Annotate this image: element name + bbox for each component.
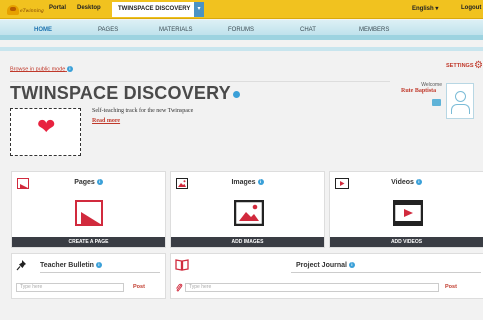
pages-card-label: Pages [74,179,95,186]
bulletin-title-underline [40,272,160,273]
add-videos-button[interactable]: ADD VIDEOS [330,237,483,247]
menu-item-forums[interactable]: FORUMS [228,27,254,33]
paperclip-icon[interactable] [175,283,183,292]
title-info-icon[interactable] [232,90,240,98]
portal-link[interactable]: Portal [49,5,66,11]
create-page-button[interactable]: CREATE A PAGE [12,237,165,247]
gear-icon[interactable]: ⚙ [474,60,483,71]
etwinning-logo-icon [7,4,19,15]
bulletin-input[interactable]: Type here [16,283,124,292]
read-more-link[interactable]: Read more [92,118,120,124]
pages-card-title: Pages i [12,179,165,186]
menu-item-home[interactable]: HOME [34,27,52,33]
pushpin-icon [16,260,26,271]
images-card-label: Images [231,179,256,186]
info-icon[interactable]: i [96,179,103,186]
avatar-head [455,91,466,102]
main-menu: HOME PAGES MATERIALS FORUMS CHAT MEMBERS [0,20,483,40]
avatar[interactable] [446,83,474,119]
browse-public-mode-label: Browse in public mode [10,66,66,73]
info-icon[interactable]: i [257,179,264,186]
twinspace-description: Self-teaching track for the new Twinspac… [92,108,194,114]
teacher-bulletin-card: Teacher Bulletin i Type here Post [11,253,166,299]
desktop-link[interactable]: Desktop [77,5,101,11]
project-journal-label: Project Journal [296,262,347,269]
image-icon [233,200,264,226]
info-icon[interactable]: i [95,262,102,269]
bulletin-post-button[interactable]: Post [133,284,145,290]
page-icon [74,200,103,226]
pages-card: Pages i CREATE A PAGE [11,171,166,248]
title-divider [10,81,390,82]
language-selector[interactable]: English ▾ [412,5,438,12]
menu-item-chat[interactable]: CHAT [300,27,316,33]
videos-card-label: Videos [391,179,414,186]
menu-item-members[interactable]: MEMBERS [359,27,389,33]
twinspace-thumbnail: ❤ [10,108,81,156]
logout-link[interactable]: Logout [461,5,481,11]
teacher-bulletin-title: Teacher Bulletin i [40,262,102,269]
mail-icon[interactable] [432,99,441,106]
settings-link[interactable]: SETTINGS [446,63,474,69]
videos-card: Videos i ADD VIDEOS [329,171,483,248]
browse-public-mode-link[interactable]: Browse in public mode i [10,66,73,72]
book-icon [175,259,189,271]
user-name-link[interactable]: Rute Baptista [401,88,436,94]
info-icon[interactable]: i [348,262,355,269]
page-title-text: TWINSPACE DISCOVERY [10,83,231,103]
images-card: Images i ADD IMAGES [170,171,325,248]
etwinning-logo[interactable]: eTwinning [7,3,44,16]
info-icon[interactable]: i [66,66,73,72]
videos-card-title: Videos i [330,179,483,186]
project-journal-card: Project Journal i Type here Post [170,253,483,299]
menu-item-materials[interactable]: MATERIALS [159,27,193,33]
project-journal-title: Project Journal i [296,262,355,269]
add-images-button[interactable]: ADD IMAGES [171,237,324,247]
logo-text: eTwinning [20,9,44,14]
twinspace-dropdown-button[interactable]: ▾ [194,2,204,17]
avatar-body [451,104,470,114]
page-title: TWINSPACE DISCOVERY [10,83,240,104]
video-icon [392,200,423,226]
journal-input[interactable]: Type here [185,283,439,292]
info-icon[interactable]: i [415,179,422,186]
top-bar: eTwinning Portal Desktop TWINSPACE DISCO… [0,0,483,19]
twinspace-tab[interactable]: TWINSPACE DISCOVERY [112,2,194,17]
heart-icon: ❤ [37,114,56,139]
teacher-bulletin-label: Teacher Bulletin [40,262,94,269]
journal-title-underline [291,272,481,273]
images-card-title: Images i [171,179,324,186]
menu-item-pages[interactable]: PAGES [98,27,118,33]
menu-underline-strip [0,47,483,51]
journal-post-button[interactable]: Post [445,284,457,290]
